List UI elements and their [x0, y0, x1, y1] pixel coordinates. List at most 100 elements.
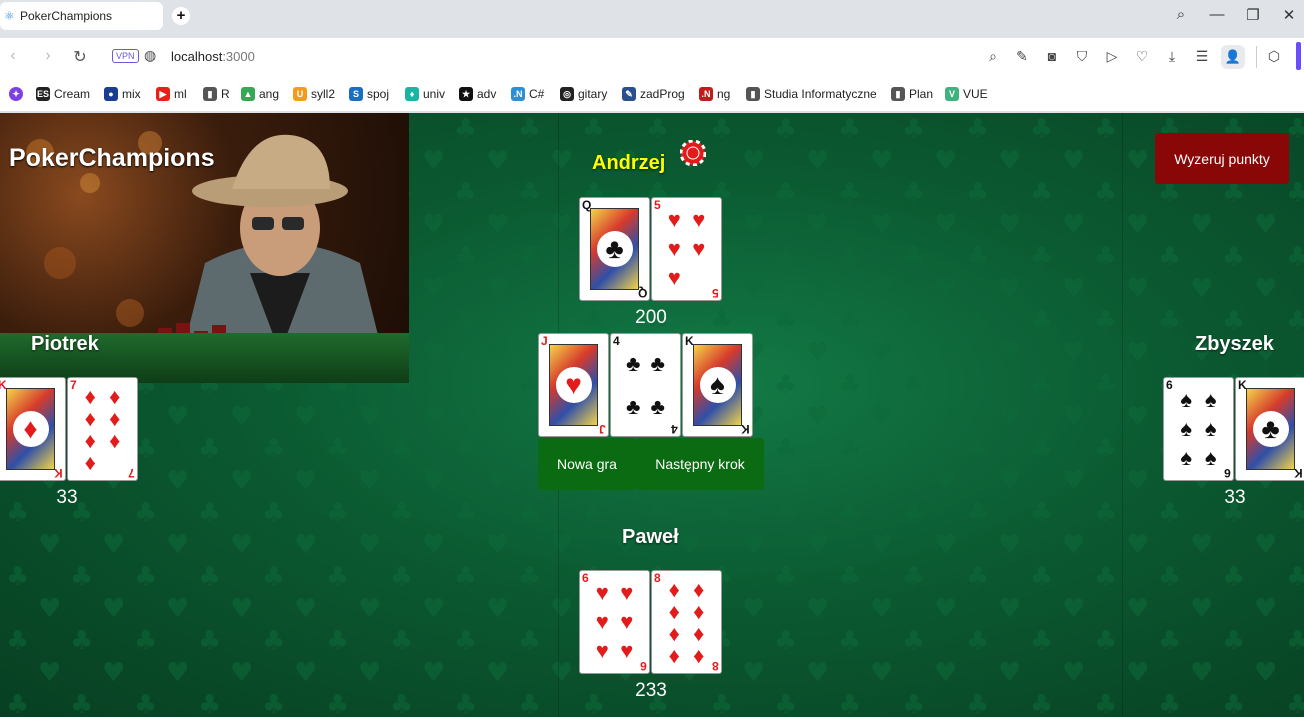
card-rank-bottom: K	[1294, 466, 1303, 480]
messenger-icon[interactable]: ✦	[9, 87, 27, 101]
score-right: 33	[1224, 487, 1246, 508]
bookmark-item[interactable]: ▲ ang	[241, 87, 279, 101]
playing-card: 8 8 ♦ ♦ ♦ ♦ ♦ ♦ ♦ ♦	[651, 570, 722, 674]
restore-icon[interactable]: ❐	[1242, 6, 1264, 24]
bookmark-item[interactable]: Sspoj	[349, 87, 389, 101]
playing-card: KK♦	[0, 377, 66, 481]
card-pips: ♦ ♦ ♦ ♦ ♦ ♦ ♦	[78, 384, 127, 475]
reset-points-button[interactable]: Wyzeruj punkty	[1155, 133, 1289, 184]
court-card-face: ♣	[1246, 388, 1295, 470]
bookmark-item[interactable]: ▮ Studia Informatyczne	[746, 87, 877, 101]
bookmark-item[interactable]: Usyll2	[293, 87, 335, 101]
bookmark-item[interactable]: V VUE	[945, 87, 988, 101]
brand-title: PokerChampions	[9, 144, 215, 172]
playing-card: K K ♣	[1235, 377, 1304, 481]
bookmark-item[interactable]: ES Cream	[36, 87, 90, 101]
card-pips: ♥ ♥ ♥ ♥ ♥ ♥	[590, 579, 639, 665]
card-suit-pip: ♦	[84, 406, 96, 431]
bookmark-label: Plan	[909, 87, 934, 101]
new-game-button[interactable]: Nowa gra	[538, 438, 636, 490]
card-suit-pip: ♥	[595, 608, 609, 634]
tab-title: PokerChampions	[20, 9, 113, 23]
url-port: :3000	[222, 49, 255, 64]
toolbar-divider	[1256, 46, 1257, 68]
bookmark-icon: ★	[459, 87, 473, 101]
court-card-face: ♣	[590, 208, 639, 290]
zoom-search-icon[interactable]: ⌕	[984, 48, 1002, 65]
bookmark-label: ng	[717, 87, 731, 101]
next-step-button[interactable]: Następny krok	[636, 438, 764, 490]
bookmark-icon: .N	[699, 87, 713, 101]
card-suit-symbol: ♦	[12, 411, 49, 447]
search-tabs-icon[interactable]: ⌕	[1170, 6, 1192, 23]
bookmark-item[interactable]: ▮ R	[203, 87, 230, 101]
bookmark-item[interactable]: ✎ zadProg	[622, 87, 685, 101]
bookmark-item[interactable]: .N ng	[699, 87, 730, 101]
card-suit-pip: ♦	[668, 643, 680, 668]
download-icon[interactable]: ⤓	[1163, 48, 1181, 65]
bookmark-icon: ●	[104, 87, 118, 101]
card-rank: 6	[582, 571, 589, 585]
card-suit-pip: ♠	[1204, 415, 1217, 441]
bookmark-label: mix	[122, 87, 141, 101]
bookmark-item[interactable]: ◎ gitary	[560, 87, 607, 101]
card-suit-pip: ♣	[650, 350, 665, 376]
card-suit-pip: ♥	[692, 207, 706, 233]
card-suit-pip: ♦	[84, 384, 96, 409]
card-suit-pip: ♦	[84, 450, 96, 475]
profile-icon[interactable]: 👤	[1221, 45, 1245, 69]
card-suit-pip: ♠	[1204, 387, 1217, 413]
card-rank-bottom: 7	[128, 466, 135, 480]
card-suit-symbol: ♠	[699, 367, 736, 403]
menu-lines-icon[interactable]: ☰	[1193, 48, 1211, 65]
reload-icon[interactable]: ↻	[70, 47, 90, 67]
player-name-bottom: Paweł	[622, 526, 679, 548]
court-card-face: ♠	[693, 344, 742, 426]
bookmark-icon: S	[349, 87, 363, 101]
camera-icon[interactable]: ◙	[1043, 48, 1061, 64]
forward-icon[interactable]: ›	[38, 47, 58, 65]
dealer-chip-icon	[680, 140, 706, 166]
card-rank-bottom: 4	[671, 422, 678, 436]
globe-icon: ◍	[144, 47, 157, 63]
card-suit-symbol: ♣	[1252, 411, 1289, 447]
bookmark-label: syll2	[311, 87, 336, 101]
bookmark-item[interactable]: ♦ univ	[405, 87, 445, 101]
bookmark-label: gitary	[578, 87, 608, 101]
heart-icon[interactable]: ♡	[1133, 48, 1151, 65]
back-icon[interactable]: ‹	[3, 47, 23, 65]
playing-card: K K ♠	[682, 333, 753, 437]
bookmark-item[interactable]: ▶ ml	[156, 87, 187, 101]
bookmark-item[interactable]: ● mix	[104, 87, 141, 101]
bookmark-label: univ	[423, 87, 446, 101]
shield-icon[interactable]: ⛉	[1073, 48, 1091, 65]
address-bar[interactable]: localhost:3000	[171, 49, 255, 64]
card-suit-pip: ♦	[668, 577, 680, 602]
card-rank-bottom: 6	[1224, 466, 1231, 480]
bookmark-item[interactable]: .N C#	[511, 87, 544, 101]
cube-icon[interactable]: ⬡	[1265, 48, 1283, 65]
bookmark-item[interactable]: ▮ Plan	[891, 87, 933, 101]
card-suit-pip: ♦	[668, 621, 680, 646]
bookmark-icon: V	[945, 87, 959, 101]
new-tab-button[interactable]: +	[172, 7, 190, 25]
edit-icon[interactable]: ✎	[1013, 48, 1031, 65]
card-rank-bottom: 8	[712, 659, 719, 673]
browser-toolbar: ‹ › ↻ VPN ◍ localhost:3000 ⌕ ✎ ◙ ⛉ ▷ ♡ ⤓…	[0, 38, 1304, 76]
court-card-face: ♦	[6, 388, 55, 470]
bookmark-item[interactable]: ★ adv	[459, 87, 496, 101]
browser-tab[interactable]: ⚛ PokerChampions	[0, 2, 163, 30]
playing-card: 7 7 ♦ ♦ ♦ ♦ ♦ ♦ ♦	[67, 377, 138, 481]
play-icon[interactable]: ▷	[1103, 48, 1121, 65]
card-suit-pip: ♦	[109, 406, 121, 431]
vpn-badge[interactable]: VPN	[112, 49, 139, 63]
minimize-icon[interactable]: —	[1206, 6, 1228, 23]
bookmark-icon: ◎	[560, 87, 574, 101]
sidebar-accent	[1296, 42, 1301, 70]
close-icon[interactable]: ✕	[1278, 6, 1300, 24]
bookmark-icon: ▮	[746, 87, 760, 101]
court-card-face: ♥	[549, 344, 598, 426]
card-suit-symbol: ♥	[555, 367, 592, 403]
card-suit-pip: ♦	[693, 621, 705, 646]
playing-card: 6 6 ♥ ♥ ♥ ♥ ♥ ♥	[579, 570, 650, 674]
